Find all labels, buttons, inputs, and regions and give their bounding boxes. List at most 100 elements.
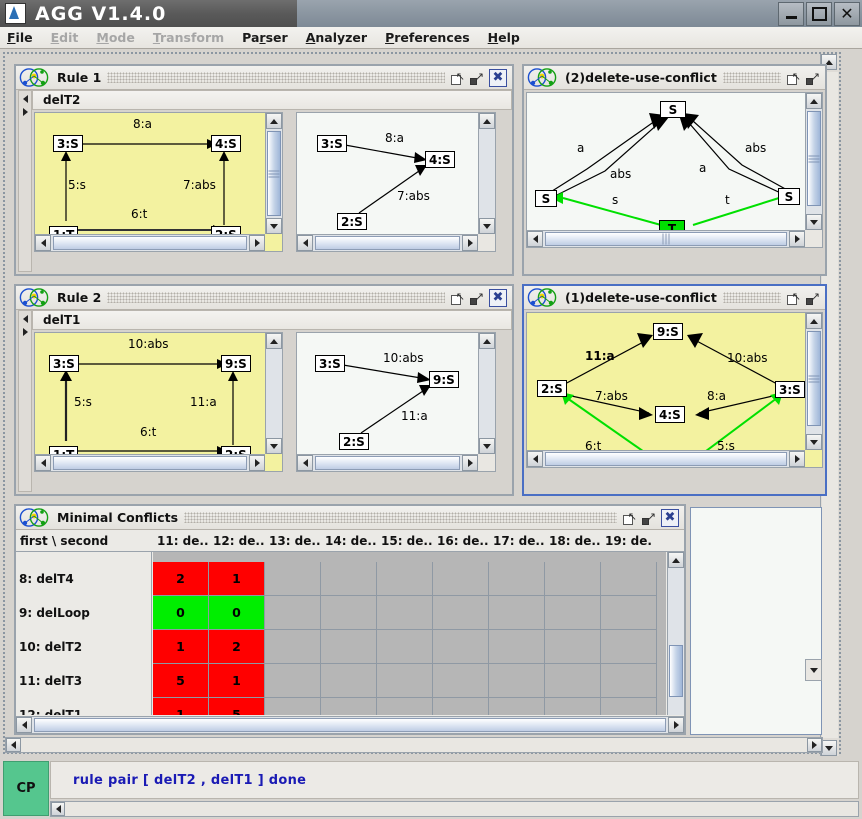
table-cell[interactable]: 0 <box>209 596 265 630</box>
table-cell[interactable]: 5 <box>209 698 265 715</box>
scroll-track[interactable] <box>21 738 807 752</box>
table-cell[interactable]: 1 <box>153 630 209 664</box>
table-column-header[interactable]: 16: de... <box>433 534 489 548</box>
rule1-left-scroll-down[interactable] <box>20 106 31 117</box>
minimize-button[interactable] <box>778 2 804 26</box>
table-cell[interactable] <box>433 698 489 715</box>
close-icon[interactable]: ✖ <box>489 288 507 307</box>
scroll-up-arrow[interactable] <box>266 333 282 349</box>
maximize-icon[interactable]: ↗ <box>642 511 656 525</box>
conflict1-canvas[interactable]: 9:S 2:S 3:S 4:S 1:T 11:a 10:abs 7:abs 8:… <box>527 313 805 450</box>
table-row-header[interactable]: 12: delT1 <box>16 698 151 715</box>
rule1-titlebar[interactable]: Rule 1 ↖ ↗ ✖ <box>16 66 512 90</box>
table-cell[interactable] <box>433 664 489 698</box>
table-cell[interactable] <box>321 664 377 698</box>
table-cell[interactable] <box>601 596 657 630</box>
table-column-header[interactable]: 12: de... <box>209 534 265 548</box>
conflict1-vscrollbar[interactable] <box>805 313 822 450</box>
table-column-header[interactable]: 18: de... <box>545 534 601 548</box>
scroll-left-arrow[interactable] <box>35 235 51 251</box>
conflict2-node[interactable]: S <box>535 190 557 207</box>
conflict2-vscrollbar[interactable] <box>805 93 822 230</box>
status-horizontal-scrollbar[interactable] <box>50 801 859 817</box>
table-column-header[interactable]: 15: de... <box>377 534 433 548</box>
scroll-thumb[interactable] <box>34 718 666 732</box>
conflict2-canvas[interactable]: S S S T a abs abs a s t <box>527 93 805 230</box>
rule2-lhs-canvas[interactable]: 3:S 9:S 1:T 2:S 10:abs 5:s 11:a 6:t <box>35 333 265 454</box>
menu-edit[interactable]: Edit <box>51 30 79 45</box>
table-cell[interactable] <box>601 664 657 698</box>
scroll-right-arrow[interactable] <box>789 451 805 467</box>
table-cell[interactable] <box>545 630 601 664</box>
rule1-rhs-node[interactable]: 2:S <box>337 213 367 230</box>
rule1-left-scrollbar[interactable] <box>18 90 32 272</box>
table-cell[interactable]: 1 <box>153 698 209 715</box>
scroll-up-arrow[interactable] <box>479 333 495 349</box>
scroll-left-arrow[interactable] <box>297 235 313 251</box>
rule2-rhs-hscrollbar[interactable] <box>297 454 478 471</box>
table-cell[interactable] <box>601 562 657 596</box>
scroll-down-arrow[interactable] <box>479 218 495 234</box>
table-row-header[interactable]: 11: delT3 <box>16 664 151 698</box>
scroll-thumb[interactable] <box>315 456 460 470</box>
menu-preferences[interactable]: Preferences <box>385 30 470 45</box>
restore-icon[interactable]: ↖ <box>451 291 465 305</box>
restore-icon[interactable]: ↖ <box>787 71 801 85</box>
rule2-titlebar[interactable]: Rule 2 ↖ ↗ ✖ <box>16 286 512 310</box>
table-column-header[interactable]: 11: de... <box>153 534 209 548</box>
table-cell[interactable] <box>489 630 545 664</box>
conflict1-node[interactable]: 2:S <box>537 380 567 397</box>
table-cell[interactable]: 2 <box>209 630 265 664</box>
table-column-header[interactable]: 17: de... <box>489 534 545 548</box>
rule2-lhs-vscrollbar[interactable] <box>265 333 282 454</box>
table-cell[interactable] <box>545 664 601 698</box>
conflict2-hscrollbar[interactable] <box>527 230 805 247</box>
scroll-right-arrow[interactable] <box>807 738 822 752</box>
restore-icon[interactable]: ↖ <box>787 291 801 305</box>
scroll-left-arrow[interactable] <box>6 738 21 752</box>
table-cell[interactable] <box>433 562 489 596</box>
table-cell[interactable] <box>601 698 657 715</box>
conflict1-hscrollbar[interactable] <box>527 450 805 467</box>
table-cell[interactable] <box>265 562 321 596</box>
scroll-up-arrow[interactable] <box>266 113 282 129</box>
table-row-header[interactable]: 9: delLoop <box>16 596 151 630</box>
rule1-rhs-node[interactable]: 4:S <box>425 151 455 168</box>
rule1-rhs-graph-pane[interactable]: 3:S 4:S 2:S 8:a 7:abs <box>296 112 496 252</box>
internal-frame-rule2[interactable]: Rule 2 ↖ ↗ ✖ delT1 3:S 9:S 10:abs 5:s 11… <box>14 284 514 496</box>
rule2-lhs-hscrollbar[interactable] <box>35 454 265 471</box>
scroll-thumb[interactable] <box>53 456 247 470</box>
table-cell[interactable] <box>489 698 545 715</box>
scroll-thumb[interactable] <box>545 452 787 466</box>
menu-mode[interactable]: Mode <box>96 30 134 45</box>
table-cell[interactable] <box>265 698 321 715</box>
rule1-rhs-hscrollbar[interactable] <box>297 234 478 251</box>
scroll-up-arrow[interactable] <box>806 93 822 109</box>
table-cell[interactable] <box>321 630 377 664</box>
internal-frame-minimal-conflicts[interactable]: Minimal Conflicts ↖ ↗ ✖ first \ second 1… <box>14 504 686 735</box>
scroll-right-arrow[interactable] <box>462 455 478 471</box>
scroll-down-arrow[interactable] <box>479 438 495 454</box>
scroll-left-arrow[interactable] <box>297 455 313 471</box>
conflict1-graph-pane[interactable]: 9:S 2:S 3:S 4:S 1:T 11:a 10:abs 7:abs 8:… <box>526 312 823 468</box>
scroll-up-arrow[interactable] <box>479 113 495 129</box>
maximize-icon[interactable]: ↗ <box>470 291 484 305</box>
rule2-rhs-canvas[interactable]: 3:S 9:S 2:S 10:abs 11:a <box>297 333 478 454</box>
table-cell[interactable] <box>377 596 433 630</box>
table-cell[interactable] <box>377 698 433 715</box>
table-cell[interactable] <box>433 596 489 630</box>
table-cell[interactable] <box>321 596 377 630</box>
table-cell[interactable]: 2 <box>153 562 209 596</box>
scroll-thumb[interactable] <box>53 236 247 250</box>
table-cell[interactable] <box>321 562 377 596</box>
scroll-left-arrow[interactable] <box>527 231 543 247</box>
rule2-left-scroll-up[interactable] <box>20 313 31 324</box>
table-cell[interactable] <box>489 562 545 596</box>
table-cell[interactable] <box>265 596 321 630</box>
table-column-header[interactable]: 14: de... <box>321 534 377 548</box>
rule1-lhs-node[interactable]: 3:S <box>53 135 83 152</box>
table-column-header[interactable]: 13: de... <box>265 534 321 548</box>
internal-frame-conflict2[interactable]: (2)delete-use-conflict ↖ ↗ S S S T a abs… <box>522 64 827 276</box>
scroll-thumb[interactable] <box>545 232 787 246</box>
table-cell[interactable] <box>321 698 377 715</box>
